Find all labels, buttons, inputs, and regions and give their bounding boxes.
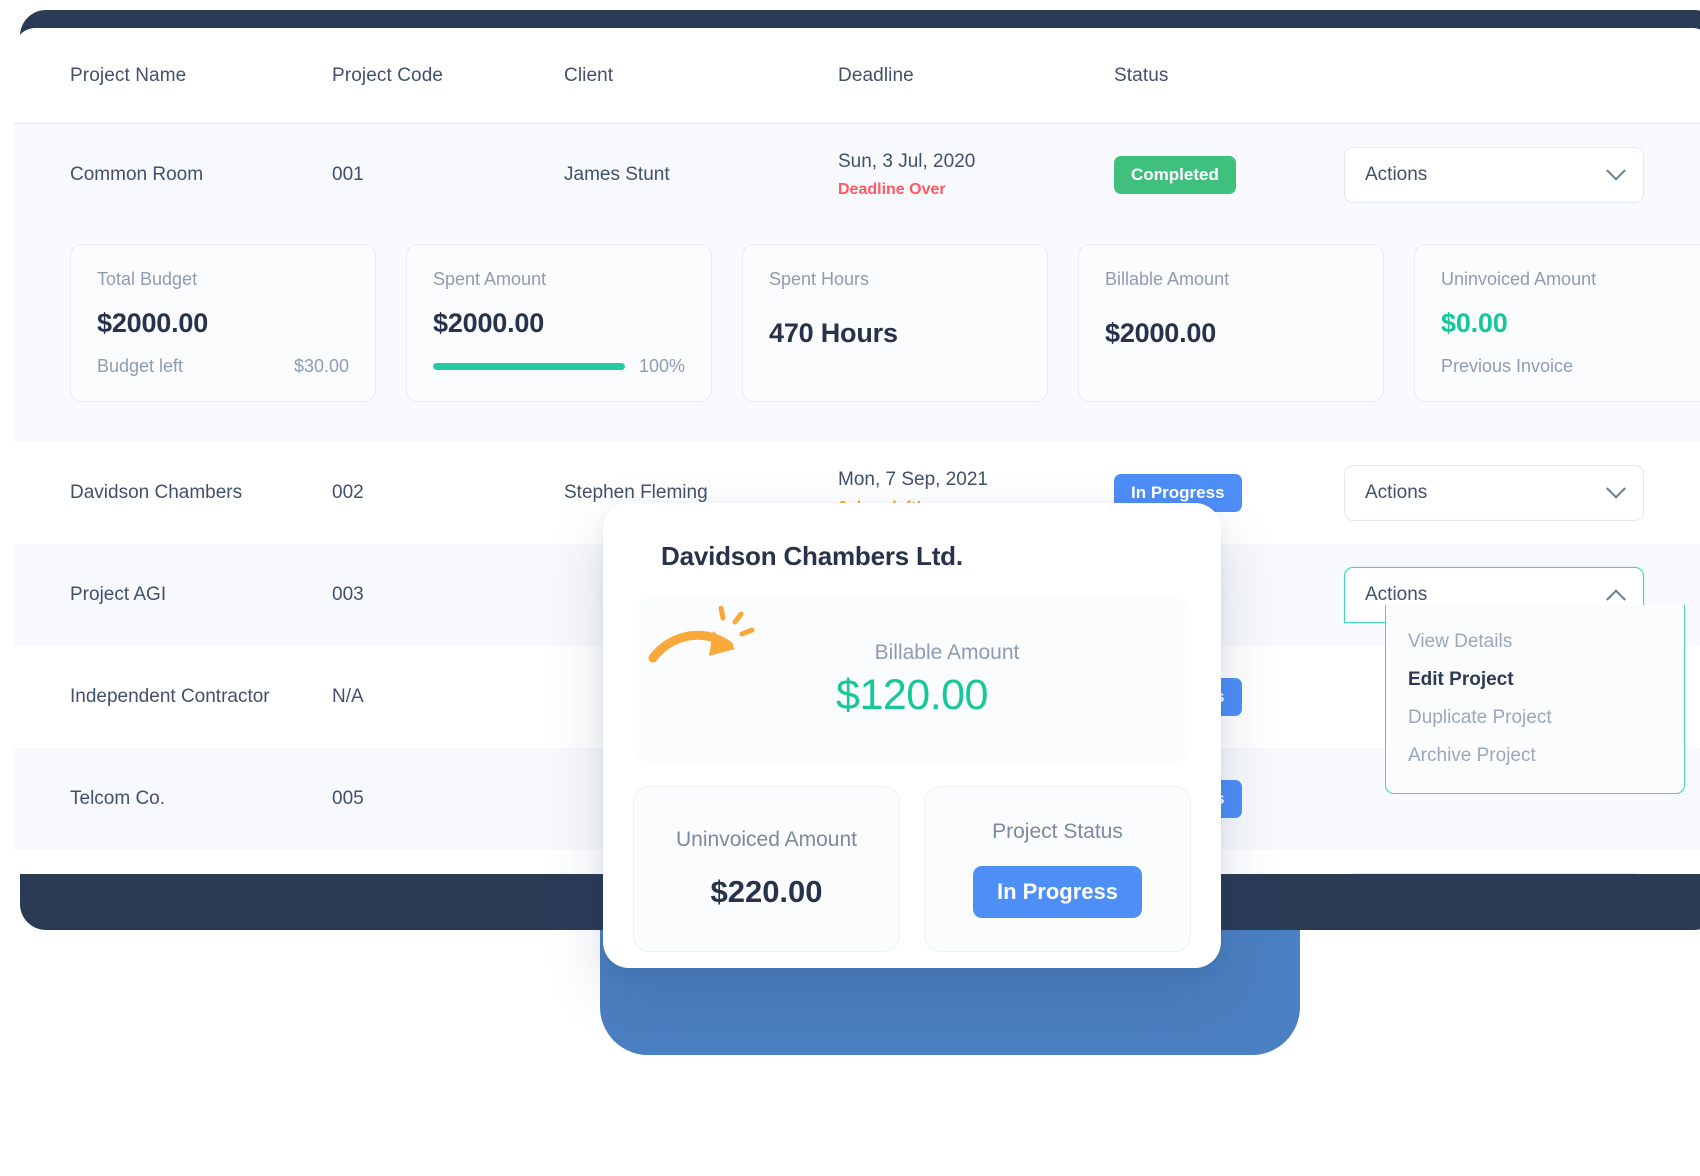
metric-card-total-budget: Total Budget $2000.00 Budget left $30.00	[70, 244, 376, 402]
column-header-project-name: Project Name	[70, 64, 187, 86]
deadline-date: Mon, 7 Sep, 2021	[838, 468, 988, 490]
popup-status-card: Project Status In Progress	[924, 786, 1191, 952]
menu-item-duplicate-project[interactable]: Duplicate Project	[1386, 699, 1684, 737]
cell-project-name: Common Room	[70, 164, 204, 185]
metric-card-spent-hours: Spent Hours 470 Hours	[742, 244, 1048, 402]
chevron-down-icon	[1606, 160, 1626, 181]
metric-label: Billable Amount	[1105, 269, 1230, 289]
deadline-date: Sun, 3 Jul, 2020	[838, 150, 976, 172]
status-badge: Completed	[1114, 156, 1236, 194]
popup-title: Davidson Chambers Ltd.	[661, 541, 963, 571]
cell-project-name: Telcom Co.	[70, 788, 166, 809]
popup-uninvoiced-label: Uninvoiced Amount	[676, 828, 857, 851]
metric-value: $0.00	[1441, 307, 1508, 338]
chevron-down-icon	[1606, 478, 1626, 499]
actions-dropdown-label: Actions	[1365, 164, 1428, 185]
progress-track	[433, 363, 625, 370]
column-header-deadline: Deadline	[838, 64, 914, 86]
cell-project-code: 005	[332, 788, 364, 809]
popup-status-badge: In Progress	[972, 866, 1143, 918]
actions-dropdown-label: Actions	[1365, 584, 1428, 605]
metric-value: $2000.00	[97, 307, 209, 338]
cell-client: Stephen Fleming	[564, 482, 708, 503]
curved-arrow-icon	[648, 606, 755, 663]
cell-deadline: Sun, 3 Jul, 2020 Deadline Over	[838, 147, 1114, 204]
screenshot-root: Project Name Project Code Client Deadlin…	[0, 0, 1700, 1176]
popup-billable-label: Billable Amount	[874, 640, 1020, 664]
popup-uninvoiced-value: $220.00	[710, 874, 823, 909]
metric-label: Uninvoiced Amount	[1441, 269, 1597, 289]
cell-project-name: Independent Contractor	[70, 686, 270, 707]
cell-project-name: Project AGI	[70, 584, 167, 605]
menu-item-archive-project[interactable]: Archive Project	[1386, 737, 1684, 775]
metric-footer: Budget left $30.00	[97, 356, 349, 377]
metric-label: Total Budget	[97, 269, 198, 289]
cell-project-name: Davidson Chambers	[70, 482, 243, 503]
table-row[interactable]: Common Room 001 James Stunt Sun, 3 Jul, …	[14, 124, 1700, 226]
metric-label: Spent Hours	[769, 269, 870, 289]
actions-dropdown-trigger[interactable]: Actions	[1344, 147, 1644, 203]
metric-foot-value: $30.00	[293, 356, 349, 376]
deadline-status-note: Deadline Over	[838, 181, 946, 199]
column-header-status: Status	[1114, 64, 1169, 86]
spent-progress: 100%	[433, 356, 685, 377]
popup-billable-value: $120.00	[836, 670, 988, 719]
popup-status-label: Project Status	[992, 820, 1123, 843]
progress-fill	[433, 363, 625, 370]
metric-value: $2000.00	[1105, 318, 1217, 348]
metric-card-spent-amount: Spent Amount $2000.00 100%	[406, 244, 712, 402]
column-header-client: Client	[564, 64, 614, 86]
cell-project-code: N/A	[332, 686, 364, 707]
cell-actions: Actions	[1344, 147, 1674, 203]
cell-actions: Actions	[1344, 873, 1674, 874]
popup-bottom-cards: Uninvoiced Amount $220.00 Project Status…	[633, 786, 1191, 952]
popup-billable-hero: Billable Amount $120.00	[633, 598, 1191, 762]
cell-project-code: 003	[332, 584, 364, 605]
actions-dropdown-menu: View Details Edit Project Duplicate Proj…	[1385, 605, 1685, 794]
menu-item-view-details[interactable]: View Details	[1386, 623, 1684, 661]
actions-dropdown-trigger[interactable]: Actions	[1344, 873, 1644, 874]
menu-item-edit-project[interactable]: Edit Project	[1386, 661, 1684, 699]
cell-status: Completed	[1114, 156, 1344, 194]
cell-project-code: 002	[332, 482, 364, 503]
metric-label: Spent Amount	[433, 269, 547, 289]
cell-actions: Actions	[1344, 465, 1674, 521]
project-detail-popup: Davidson Chambers Ltd. Billable Amount $…	[603, 503, 1221, 968]
table-header-row: Project Name Project Code Client Deadlin…	[14, 28, 1700, 124]
actions-dropdown-label: Actions	[1365, 482, 1428, 503]
metric-card-uninvoiced-amount: Uninvoiced Amount $0.00 Previous Invoice	[1414, 244, 1700, 402]
column-header-project-code: Project Code	[332, 64, 444, 86]
cell-client: James Stunt	[564, 164, 670, 185]
metric-value: $2000.00	[433, 307, 545, 338]
actions-dropdown-trigger[interactable]: Actions	[1344, 465, 1644, 521]
metric-card-billable-amount: Billable Amount $2000.00	[1078, 244, 1384, 402]
popup-uninvoiced-card: Uninvoiced Amount $220.00	[633, 786, 900, 952]
metric-value: 470 Hours	[769, 318, 898, 348]
expanded-metrics-strip: Total Budget $2000.00 Budget left $30.00…	[14, 226, 1700, 442]
metric-foot-label: Budget left	[97, 356, 184, 376]
metric-footer: Previous Invoice	[1441, 356, 1693, 377]
progress-percent-label: 100%	[638, 356, 685, 376]
cell-project-code: 001	[332, 164, 364, 185]
metric-foot-label: Previous Invoice	[1441, 356, 1574, 376]
